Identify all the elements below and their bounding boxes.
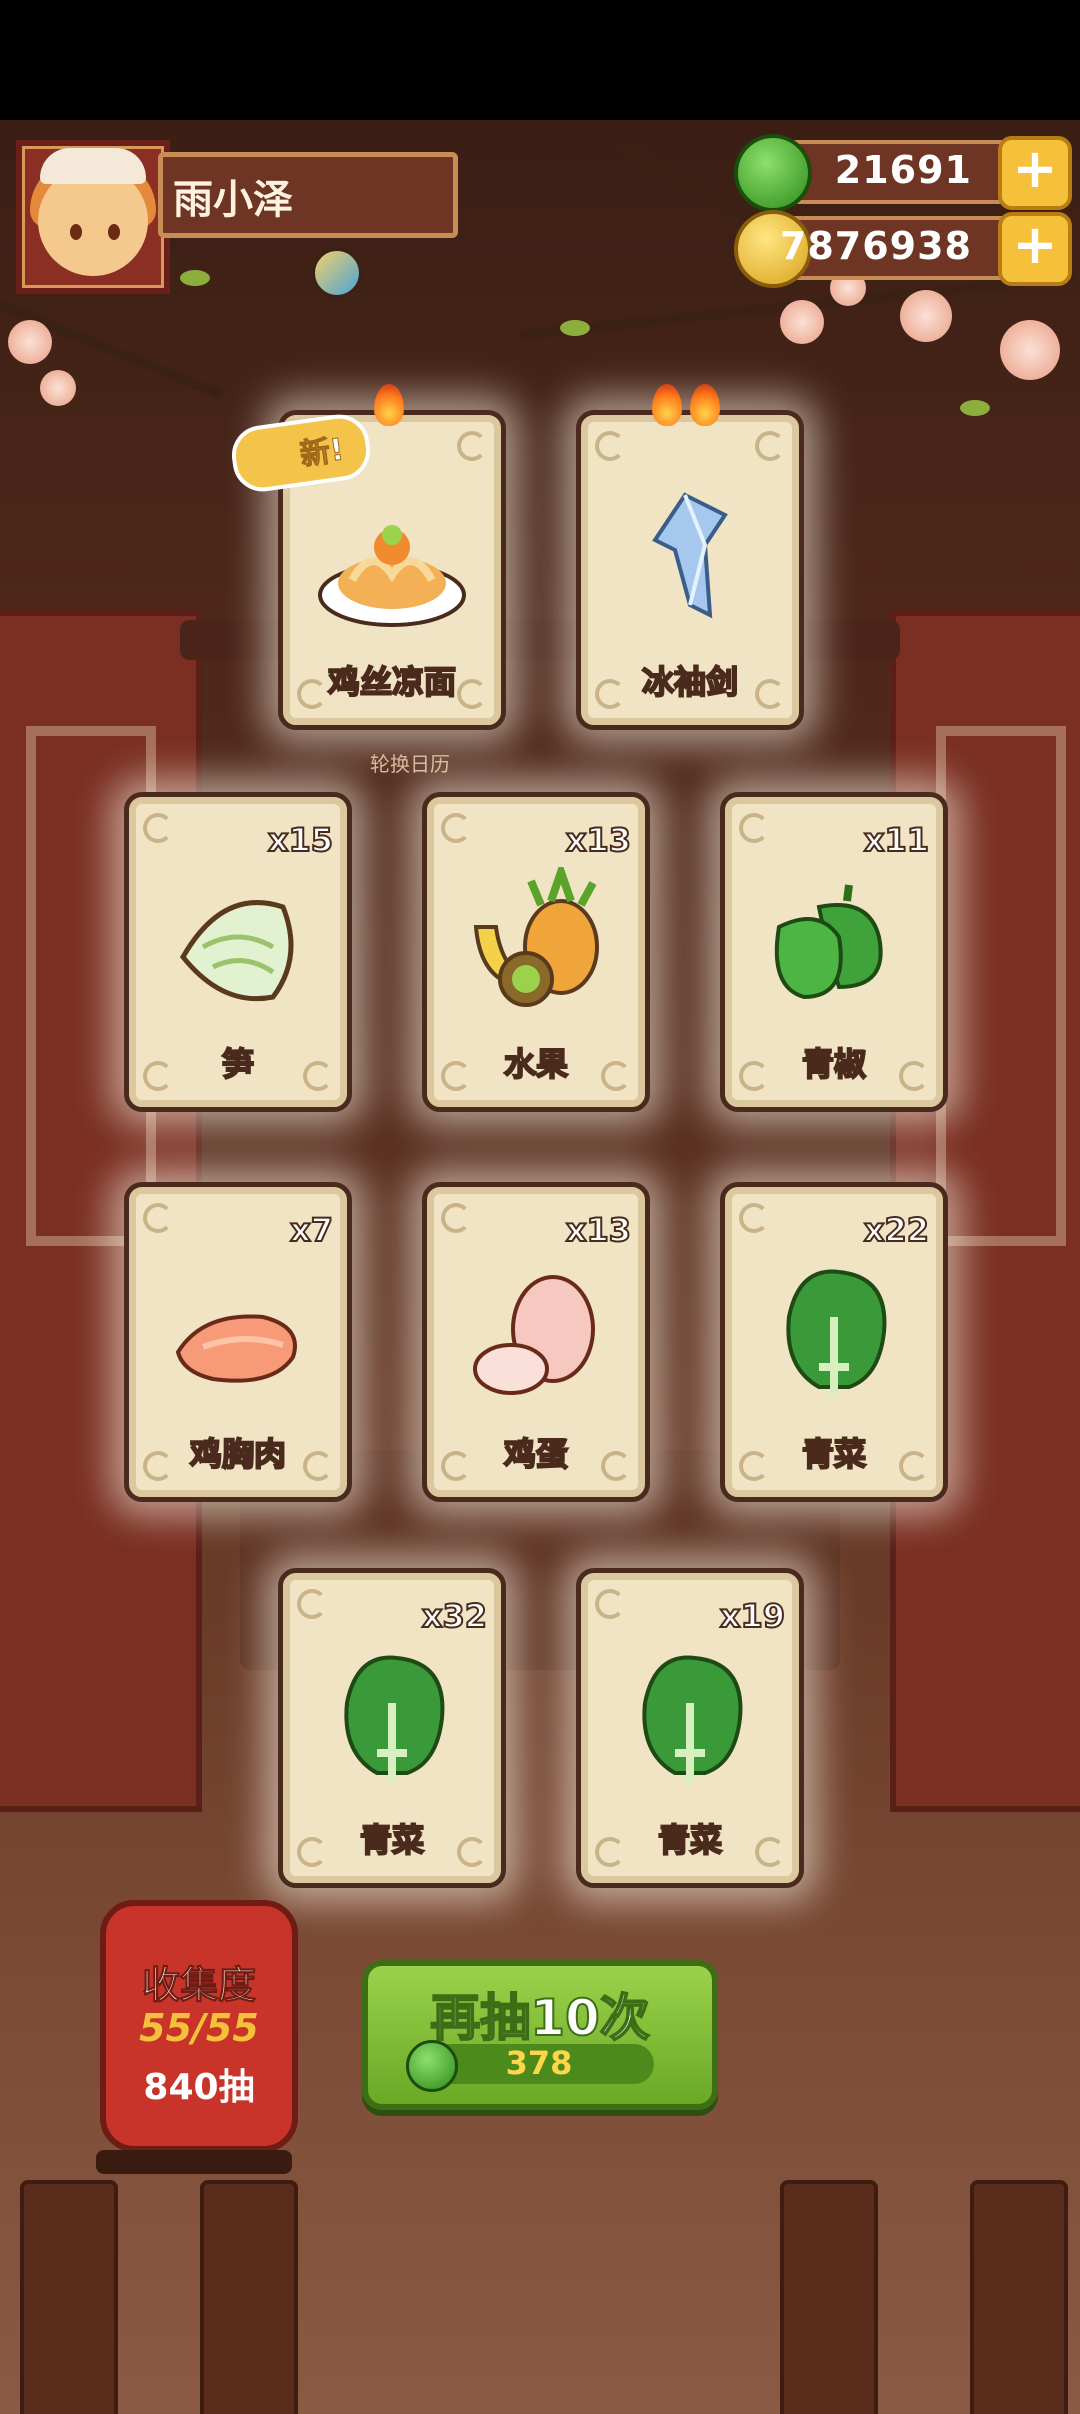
player-name-plate: 雨小泽 <box>158 152 458 238</box>
flame-icon <box>652 384 682 426</box>
reward-card[interactable]: x13 鸡蛋 <box>422 1182 650 1502</box>
draw-cost: 378 <box>505 2044 573 2082</box>
bird-icon[interactable] <box>312 248 362 298</box>
card-label: 鸡蛋 <box>503 1434 569 1474</box>
card-count: x19 <box>719 1596 786 1636</box>
bok-choy-icon <box>786 1269 887 1397</box>
chicken-breast-icon <box>175 1314 297 1383</box>
reward-card[interactable]: x22 青菜 <box>720 1182 948 1502</box>
card-count: x7 <box>289 1210 334 1250</box>
reward-card[interactable]: x13 水果 <box>422 792 650 1112</box>
rotation-calendar-label: 轮换日历 <box>370 752 450 776</box>
card-label: 青菜 <box>801 1434 867 1474</box>
card-count: x13 <box>565 820 632 860</box>
fence-post <box>970 2180 1068 2414</box>
card-label: 鸡胸肉 <box>189 1434 287 1474</box>
draw-again-button[interactable]: 再抽10次 378 <box>362 1960 718 2110</box>
collection-title: 收集度 <box>141 1963 256 2008</box>
green-gem-icon <box>734 134 812 212</box>
new-badge-text: 新! <box>297 432 347 474</box>
add-coin-button[interactable]: + <box>998 212 1072 286</box>
card-label: 冰袖剑 <box>641 662 739 702</box>
reward-card[interactable]: x19 青菜 <box>576 1568 804 1888</box>
coin-currency-bar: 7876938 + <box>734 210 1072 288</box>
card-count: x11 <box>863 820 930 860</box>
bamboo-shoot-icon <box>179 900 294 1002</box>
jade-currency-bar: 21691 + <box>734 134 1072 212</box>
reward-card[interactable]: x15 笋 <box>124 792 352 1112</box>
card-label: 青菜 <box>657 1820 723 1860</box>
player-avatar[interactable] <box>16 140 170 294</box>
jade-value: 21691 <box>834 148 972 192</box>
player-name: 雨小泽 <box>173 177 293 223</box>
lantern-stand <box>96 2150 292 2174</box>
fence-post <box>200 2180 298 2414</box>
card-count: x22 <box>863 1210 930 1250</box>
status-bar <box>0 0 1080 120</box>
reward-card[interactable]: x32 青菜 <box>278 1568 506 1888</box>
collection-draws: 840抽 <box>143 2067 255 2108</box>
fence-post <box>780 2180 878 2414</box>
add-jade-button[interactable]: + <box>998 136 1072 210</box>
coin-value: 7876938 <box>779 224 972 268</box>
fence-post <box>20 2180 118 2414</box>
card-label: 笋 <box>221 1044 255 1084</box>
collection-progress: 55/55 <box>139 2006 259 2050</box>
flame-icon <box>690 384 720 426</box>
card-label: 水果 <box>503 1044 569 1084</box>
card-label: 青椒 <box>801 1044 867 1084</box>
bok-choy-icon <box>642 1655 743 1783</box>
green-pepper-icon <box>774 884 883 1000</box>
card-label: 青菜 <box>359 1820 425 1860</box>
draw-cost-bar: 378 <box>406 2040 654 2092</box>
reward-card[interactable]: x11 青椒 <box>720 792 948 1112</box>
ice-crystal-icon <box>652 492 728 619</box>
collection-lantern[interactable]: 收集度 55/55 840抽 <box>100 1900 298 2152</box>
card-count: x32 <box>421 1596 488 1636</box>
draw-again-label: 再抽10次 <box>429 1988 651 2048</box>
flame-icon <box>374 384 404 426</box>
reward-card[interactable]: 冰袖剑 <box>576 410 804 730</box>
card-count: x13 <box>565 1210 632 1250</box>
noodle-dish-icon <box>318 525 466 627</box>
egg-icon <box>473 1275 595 1395</box>
card-label: 鸡丝凉面 <box>327 662 457 702</box>
card-count: x15 <box>267 820 334 860</box>
reward-card[interactable]: x7 鸡胸肉 <box>124 1182 352 1502</box>
fruit-icon <box>473 867 599 1007</box>
bok-choy-icon <box>344 1655 445 1783</box>
